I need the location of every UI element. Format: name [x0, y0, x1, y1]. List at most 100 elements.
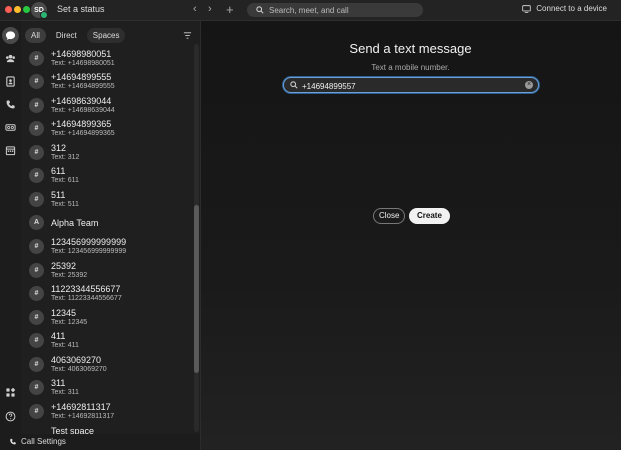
- close-button[interactable]: Close: [373, 208, 406, 224]
- space-avatar: #: [29, 239, 44, 254]
- space-subtitle: Text: 4063069270: [51, 366, 107, 373]
- space-title: +14692811317: [51, 402, 111, 412]
- list-item[interactable]: #12345 Text: 12345: [21, 307, 200, 330]
- zoom-window-button[interactable]: [23, 6, 30, 13]
- space-subtitle: Text: 312: [51, 154, 80, 161]
- space-title: 25392: [51, 261, 77, 271]
- space-subtitle: Text: 25392: [51, 272, 88, 279]
- space-title: +14698639044: [51, 96, 112, 106]
- space-title: 511: [51, 190, 66, 200]
- user-avatar[interactable]: SD: [31, 2, 48, 19]
- space-avatar: #: [29, 51, 44, 66]
- voicemail-icon[interactable]: [2, 119, 19, 136]
- send-text-panel: Send a text message Text a mobile number…: [200, 21, 621, 450]
- space-subtitle: Text: +14698639044: [51, 107, 115, 114]
- space-subtitle: Text: 123456999999999: [51, 248, 127, 255]
- close-window-button[interactable]: [5, 6, 12, 13]
- create-button[interactable]: Create: [409, 208, 450, 224]
- space-subtitle: Text: 11223344556677: [51, 295, 122, 302]
- list-item[interactable]: #311 Text: 311: [21, 377, 200, 400]
- list-item[interactable]: # +14698980051 Text: +14698980051: [21, 48, 200, 71]
- back-arrow-icon[interactable]: ‹: [193, 3, 197, 15]
- space-subtitle: Text: 411: [51, 342, 79, 349]
- sidebar-scrollbar-thumb[interactable]: [194, 205, 199, 373]
- connect-device-button[interactable]: Connect to a device: [522, 4, 607, 13]
- plus-icon[interactable]: +: [226, 2, 234, 17]
- page-subtitle: Text a mobile number.: [371, 63, 450, 72]
- space-avatar: #: [29, 263, 44, 278]
- list-item[interactable]: # +14698639044 Text: +14698639044: [21, 95, 200, 118]
- messaging-icon[interactable]: [2, 27, 19, 44]
- space-subtitle: Text: 311: [51, 389, 79, 396]
- panel-divider: [200, 21, 201, 450]
- device-icon: [522, 4, 532, 13]
- space-subtitle: Text: +14698980051: [51, 60, 115, 67]
- help-icon[interactable]: [2, 408, 19, 425]
- list-item[interactable]: Test space: [21, 424, 200, 434]
- space-subtitle: Text: +14692811317: [51, 413, 115, 420]
- calling-icon[interactable]: [2, 96, 19, 113]
- contacts-icon[interactable]: [2, 73, 19, 90]
- search-input[interactable]: Search, meet, and call: [247, 3, 423, 17]
- list-item[interactable]: A Alpha Team: [21, 212, 200, 235]
- space-title: 11223344556677: [51, 284, 121, 294]
- title-bar: SD Set a status ‹ › + Search, meet, and …: [0, 0, 621, 21]
- page-title: Send a text message: [349, 41, 472, 56]
- phone-number-field[interactable]: ×: [283, 77, 539, 93]
- space-title: 312: [51, 143, 67, 153]
- space-subtitle: Text: +14694899365: [51, 130, 115, 137]
- list-item[interactable]: #611 Text: 611: [21, 165, 200, 188]
- set-status-link[interactable]: Set a status: [57, 4, 105, 14]
- list-item[interactable]: #511 Text: 511: [21, 189, 200, 212]
- space-avatar: #: [29, 98, 44, 113]
- filter-icon[interactable]: [183, 31, 192, 40]
- space-subtitle: Text: 611: [51, 177, 79, 184]
- list-item[interactable]: # +14694899555 Text: +14694899555: [21, 71, 200, 94]
- space-avatar: #: [29, 121, 44, 136]
- minimize-window-button[interactable]: [14, 6, 21, 13]
- space-avatar: #: [29, 333, 44, 348]
- space-avatar: #: [29, 286, 44, 301]
- space-title: +14698980051: [51, 49, 112, 59]
- space-title: Alpha Team: [51, 218, 99, 228]
- space-subtitle: Text: 511: [51, 201, 79, 208]
- space-subtitle: Text: +14694899555: [51, 83, 115, 90]
- space-subtitle: Text: 12345: [51, 319, 88, 326]
- search-icon: [290, 81, 298, 89]
- space-avatar: #: [29, 357, 44, 372]
- list-item[interactable]: #312 Text: 312: [21, 142, 200, 165]
- call-settings-button[interactable]: Call Settings: [0, 434, 200, 450]
- spaces-sidebar: All Direct Spaces # +14698980051 Text: +14…: [21, 21, 200, 434]
- space-title: 12345: [51, 308, 77, 318]
- filter-direct[interactable]: Direct: [50, 28, 83, 43]
- teams-icon[interactable]: [2, 50, 19, 67]
- clear-input-icon[interactable]: ×: [525, 81, 533, 89]
- forward-arrow-icon[interactable]: ›: [208, 3, 212, 15]
- space-title: 411: [51, 331, 66, 341]
- space-title: Test space: [51, 426, 95, 434]
- list-item[interactable]: # +14692811317 Text: +14692811317: [21, 401, 200, 424]
- list-item[interactable]: #123456999999999 Text: 123456999999999: [21, 236, 200, 259]
- navigation-rail: [0, 21, 21, 450]
- space-avatar: A: [29, 215, 44, 230]
- phone-number-input[interactable]: [300, 79, 518, 93]
- filter-spaces[interactable]: Spaces: [86, 28, 126, 43]
- space-title: 311: [51, 378, 66, 388]
- search-placeholder: Search, meet, and call: [269, 5, 349, 15]
- space-avatar: #: [29, 192, 44, 207]
- apps-icon[interactable]: [2, 384, 19, 401]
- space-avatar: #: [29, 145, 44, 160]
- space-avatar: #: [29, 310, 44, 325]
- space-avatar: #: [29, 404, 44, 419]
- list-item[interactable]: # +14694899365 Text: +14694899365: [21, 118, 200, 141]
- filter-all[interactable]: All: [25, 28, 46, 43]
- connect-device-label: Connect to a device: [536, 4, 607, 13]
- list-item[interactable]: #25392 Text: 25392: [21, 260, 200, 283]
- space-avatar: #: [29, 380, 44, 395]
- list-item[interactable]: #411 Text: 411: [21, 330, 200, 353]
- list-item[interactable]: #11223344556677 Text: 11223344556677: [21, 283, 200, 306]
- call-settings-label: Call Settings: [21, 437, 66, 446]
- space-title: 4063069270: [51, 355, 102, 365]
- list-item[interactable]: #4063069270 Text: 4063069270: [21, 354, 200, 377]
- calendar-icon[interactable]: [2, 142, 19, 159]
